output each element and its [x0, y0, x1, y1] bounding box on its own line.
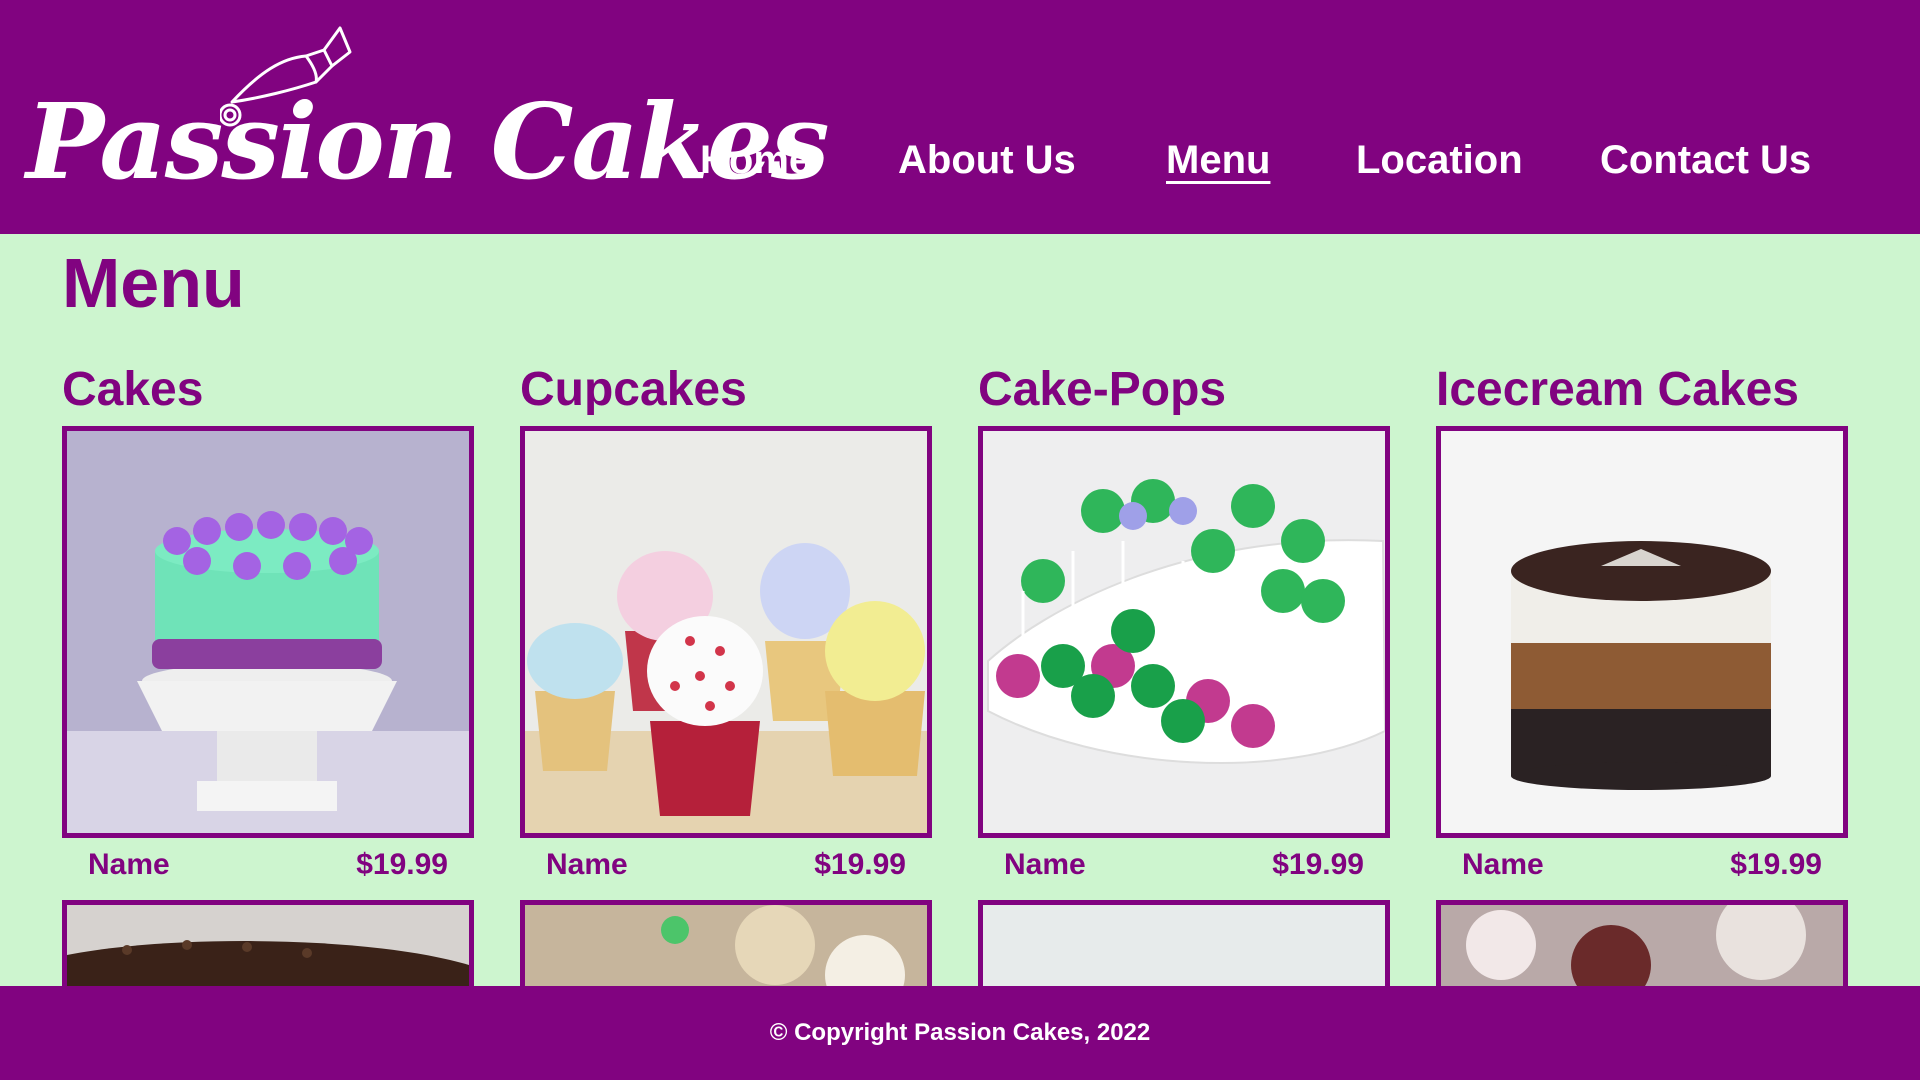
site-footer: © Copyright Passion Cakes, 2022: [0, 986, 1920, 1080]
item-price: $19.99: [1272, 848, 1364, 881]
menu-item-row: Name $19.99: [978, 848, 1390, 882]
nav-location[interactable]: Location: [1356, 140, 1523, 180]
item-price: $19.99: [814, 848, 906, 881]
item-name: Name: [546, 848, 628, 881]
category-title: Cake-Pops: [978, 363, 1227, 416]
cake-photo: [67, 431, 469, 833]
site-logo[interactable]: Passion Cakes: [24, 20, 830, 210]
category-icecream-cakes: Icecream Cakes Name $19.99: [1436, 366, 1848, 882]
item-name: Name: [1004, 848, 1086, 881]
cake-pops-photo: [983, 431, 1385, 833]
menu-item-row: Name $19.99: [520, 848, 932, 882]
menu-item-row: Name $19.99: [62, 848, 474, 882]
icecream-cake-photo: [1441, 431, 1843, 833]
cupcakes-photo: [525, 431, 927, 833]
cake-pops-image[interactable]: [978, 426, 1390, 838]
cake-image[interactable]: [62, 426, 474, 838]
menu-item-row: Name $19.99: [1436, 848, 1848, 882]
item-price: $19.99: [356, 848, 448, 881]
nav-menu[interactable]: Menu: [1166, 140, 1270, 180]
site-header: Passion Cakes Home About Us Menu Locatio…: [0, 0, 1920, 234]
nav-about-us[interactable]: About Us: [898, 140, 1076, 180]
category-title: Icecream Cakes: [1436, 363, 1799, 416]
nav-contact-us[interactable]: Contact Us: [1600, 140, 1811, 180]
category-cakes: Cakes Name $19.99: [62, 366, 474, 882]
category-cupcakes: Cupcakes Name $19.99: [520, 366, 932, 882]
item-price: $19.99: [1730, 848, 1822, 881]
nav-home[interactable]: Home: [700, 140, 811, 180]
category-cake-pops: Cake-Pops Name $19.99: [978, 366, 1390, 882]
icecream-cake-image[interactable]: [1436, 426, 1848, 838]
category-title: Cakes: [62, 363, 204, 416]
page-title: Menu: [62, 244, 245, 322]
category-title: Cupcakes: [520, 363, 747, 416]
copyright-text: © Copyright Passion Cakes, 2022: [769, 1019, 1151, 1046]
item-name: Name: [1462, 848, 1544, 881]
cupcakes-image[interactable]: [520, 426, 932, 838]
item-name: Name: [88, 848, 170, 881]
